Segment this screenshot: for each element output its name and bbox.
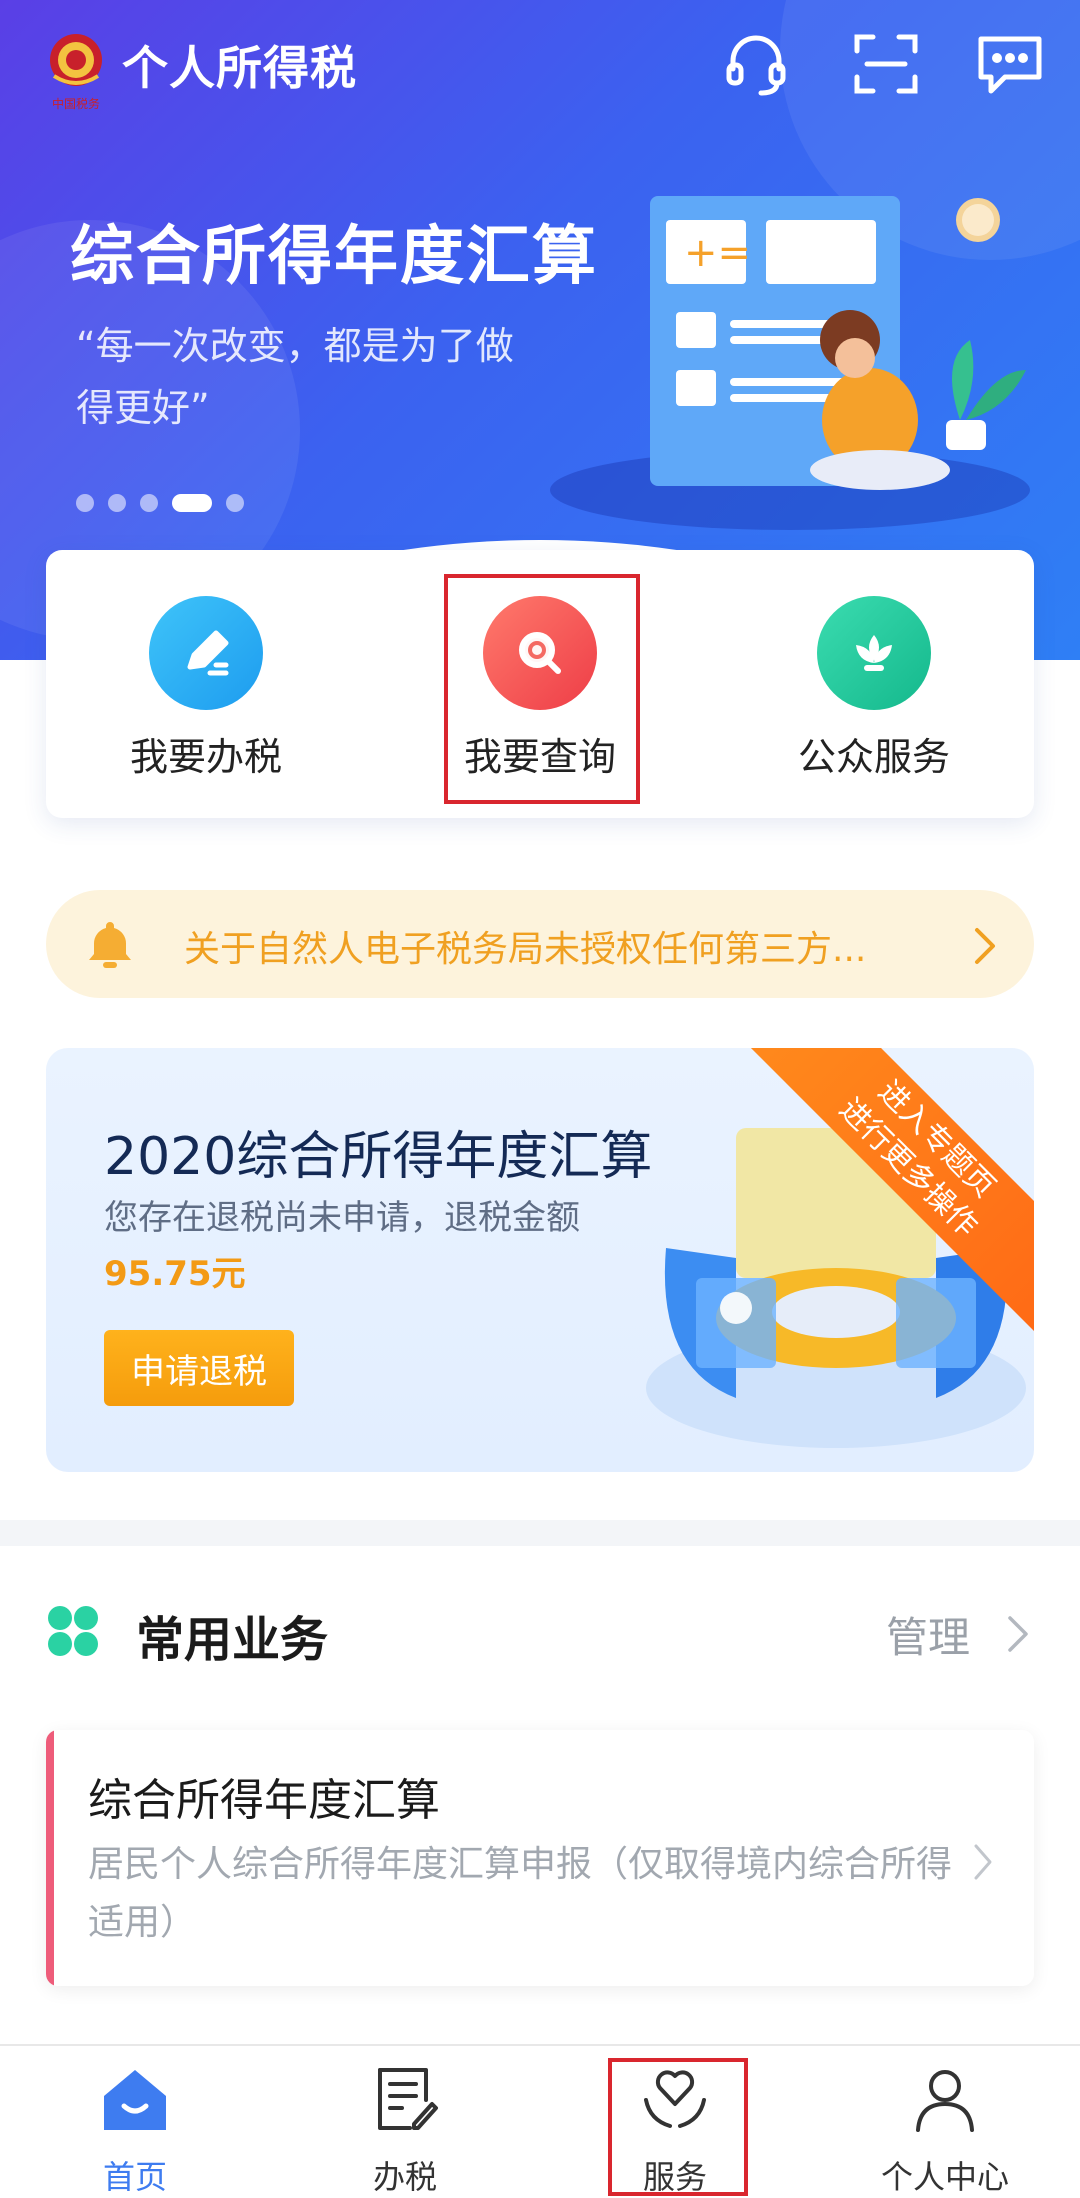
quick-actions-card: 我要办税 我要查询 公众服务 (46, 550, 1034, 818)
service-accent-bar (46, 1730, 54, 1986)
nav-label: 办税 (372, 2158, 437, 2196)
home-icon (104, 2070, 166, 2130)
apply-refund-button[interactable]: 申请退税 (104, 1330, 294, 1406)
section-divider (0, 1520, 1080, 1546)
carousel-indicator (76, 494, 244, 512)
tax-emblem-logo: 中国税务 (50, 34, 102, 111)
notice-text: 关于自然人电子税务局未授权任何第三方... (184, 929, 867, 970)
top-bar: 中国税务 个人所得税 (0, 0, 1080, 130)
tax-form-icon (378, 2068, 438, 2130)
quick-action-label: 我要办税 (129, 735, 282, 779)
bottom-navigation: 首页 办税 服务 个人中心 (0, 2044, 1080, 2198)
highlight-box-query (444, 574, 640, 804)
promo-subtitle: 您存在退税尚未申请，退税金额 (104, 1198, 580, 1238)
carousel-dot (226, 494, 244, 512)
banner-illustration: += (550, 196, 1030, 530)
carousel-dot-active (172, 494, 212, 512)
carousel-dot (140, 494, 158, 512)
annual-settlement-promo[interactable]: 2020综合所得年度汇算 您存在退税尚未申请，退税金额 95.75元 申请退税 … (46, 1048, 1034, 1472)
promo-title: 2020综合所得年度汇算 (104, 1127, 653, 1187)
nav-item-home[interactable]: 首页 (0, 2046, 270, 2198)
scan-icon[interactable] (848, 26, 924, 102)
quick-action-handle-tax[interactable]: 我要办税 (56, 550, 356, 818)
nav-label: 个人中心 (880, 2158, 1009, 2196)
quick-action-label: 公众服务 (797, 735, 950, 779)
common-services-title: 常用业务 (136, 1612, 329, 1668)
user-icon (916, 2070, 974, 2132)
banner-subtitle: “每一次改变，都是为了做得更好” (76, 324, 514, 430)
chevron-right-icon (1008, 1616, 1028, 1652)
service-item-annual-settlement[interactable]: 综合所得年度汇算 居民个人综合所得年度汇算申报（仅取得境内综合所得适用） (46, 1730, 1034, 1986)
refund-amount: 95.75元 (104, 1254, 246, 1294)
quick-action-public-service[interactable]: 公众服务 (724, 550, 1024, 818)
nav-item-profile[interactable]: 个人中心 (810, 2046, 1080, 2198)
carousel-dot (108, 494, 126, 512)
svg-text:+=: += (684, 230, 751, 276)
carousel-dot (76, 494, 94, 512)
svg-text:中国税务: 中国税务 (52, 96, 100, 111)
grid-icon (48, 1606, 98, 1656)
manage-link[interactable]: 管理 (886, 1604, 970, 1665)
bell-icon (89, 922, 131, 968)
app-title: 个人所得税 (122, 41, 357, 95)
message-icon[interactable] (972, 26, 1048, 102)
service-description: 居民个人综合所得年度汇算申报（仅取得境内综合所得适用） (88, 1844, 953, 1943)
highlight-box-service (608, 2058, 748, 2196)
edit-icon (149, 596, 263, 710)
headset-icon[interactable] (718, 26, 794, 102)
nav-label: 首页 (102, 2158, 167, 2196)
lotus-icon (817, 596, 931, 710)
notice-bar[interactable]: 关于自然人电子税务局未授权任何第三方... (46, 890, 1034, 998)
chevron-right-icon (974, 1844, 992, 1880)
nav-item-tax[interactable]: 办税 (270, 2046, 540, 2198)
chevron-right-icon (975, 928, 995, 964)
service-title: 综合所得年度汇算 (88, 1775, 440, 1826)
